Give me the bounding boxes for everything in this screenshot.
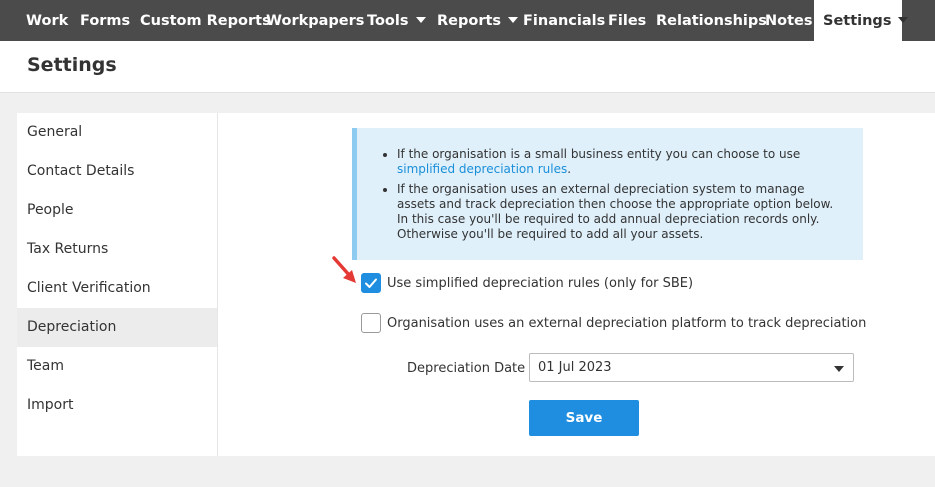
depreciation-date-label: Depreciation Date — [407, 361, 526, 376]
simplified-depreciation-checkbox[interactable] — [361, 273, 381, 293]
simplified-depreciation-rules-link[interactable]: simplified depreciation rules — [397, 162, 567, 176]
settings-sidebar: General Contact Details People Tax Retur… — [17, 113, 218, 456]
sidebar-item-tax-returns[interactable]: Tax Returns — [17, 230, 217, 269]
nav-reports[interactable]: Reports — [437, 0, 519, 41]
info-bullet-sbe: If the organisation is a small business … — [375, 147, 845, 177]
simplified-depreciation-label[interactable]: Use simplified depreciation rules (only … — [387, 276, 693, 291]
nav-tools-label: Tools — [367, 13, 409, 29]
nav-files[interactable]: Files — [608, 0, 646, 41]
nav-settings-label: Settings — [823, 13, 892, 29]
page-title: Settings — [27, 54, 117, 76]
sidebar-item-depreciation[interactable]: Depreciation — [17, 308, 217, 347]
nav-relationships[interactable]: Relationships — [656, 0, 767, 41]
nav-reports-label: Reports — [437, 13, 502, 29]
nav-work-label: Work — [26, 13, 69, 29]
nav-custom-reports[interactable]: Custom Reports — [140, 0, 271, 41]
sidebar-item-contact-details[interactable]: Contact Details — [17, 152, 217, 191]
page-header: Settings — [0, 41, 935, 93]
nav-relationships-label: Relationships — [656, 13, 767, 29]
nav-forms-label: Forms — [80, 13, 131, 29]
check-icon — [365, 278, 377, 288]
external-platform-checkbox[interactable] — [361, 313, 381, 333]
nav-financials-label: Financials — [523, 13, 606, 29]
nav-notes-label: Notes — [765, 13, 813, 29]
info-bullet-sbe-text: If the organisation is a small business … — [397, 147, 801, 161]
nav-workpapers-label: Workpapers — [266, 13, 365, 29]
sidebar-item-client-verification[interactable]: Client Verification — [17, 269, 217, 308]
save-button[interactable]: Save — [529, 400, 639, 436]
top-nav: Work Forms Custom Reports Workpapers Too… — [0, 0, 935, 41]
depreciation-date-value: 01 Jul 2023 — [538, 360, 612, 375]
sidebar-item-people[interactable]: People — [17, 191, 217, 230]
info-bullet-external: If the organisation uses an external dep… — [375, 182, 845, 242]
info-list: If the organisation is a small business … — [375, 147, 845, 247]
nav-files-label: Files — [608, 13, 647, 29]
nav-financials[interactable]: Financials — [523, 0, 605, 41]
nav-notes[interactable]: Notes — [765, 0, 813, 41]
sidebar-item-import[interactable]: Import — [17, 386, 217, 425]
red-arrow-icon — [332, 256, 356, 283]
nav-settings[interactable]: Settings — [814, 0, 909, 41]
nav-work[interactable]: Work — [26, 0, 68, 41]
external-platform-label[interactable]: Organisation uses an external depreciati… — [387, 316, 866, 331]
chevron-down-icon — [508, 17, 519, 23]
info-box: If the organisation is a small business … — [352, 128, 863, 260]
info-bullet-sbe-end: . — [567, 162, 572, 176]
sidebar-item-team[interactable]: Team — [17, 347, 217, 386]
nav-workpapers[interactable]: Workpapers — [266, 0, 364, 41]
chevron-down-icon — [415, 17, 426, 23]
nav-forms[interactable]: Forms — [80, 0, 130, 41]
sidebar-item-general[interactable]: General — [17, 113, 217, 152]
nav-custom-reports-label: Custom Reports — [140, 13, 271, 29]
nav-tools[interactable]: Tools — [367, 0, 426, 41]
depreciation-date-select[interactable]: 01 Jul 2023 — [529, 353, 854, 382]
chevron-down-icon — [898, 17, 909, 23]
caret-down-icon — [834, 366, 844, 372]
